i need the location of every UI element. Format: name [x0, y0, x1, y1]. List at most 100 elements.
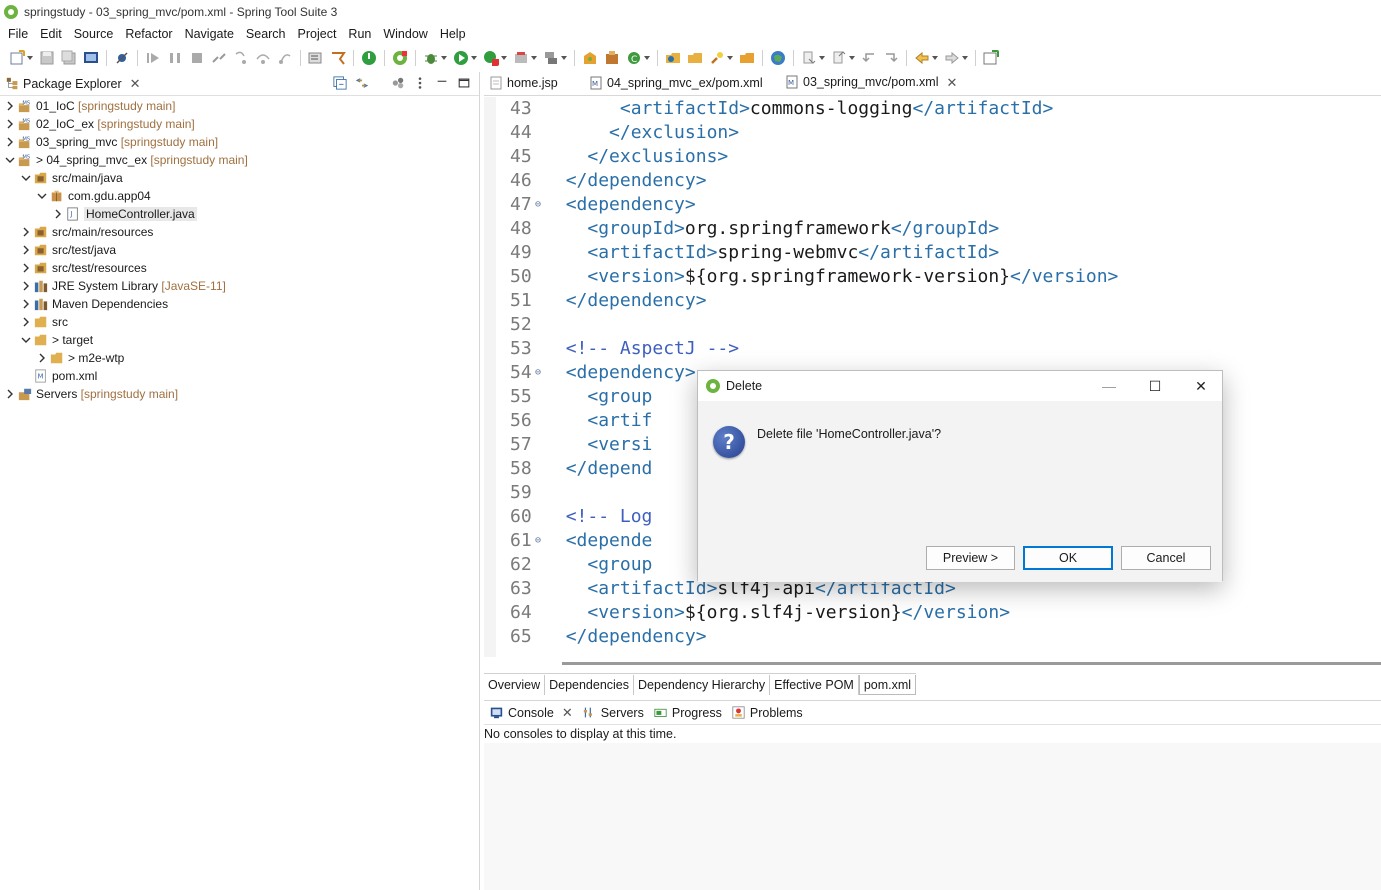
menu-search[interactable]: Search	[240, 27, 292, 41]
skip-breakpoints-icon[interactable]	[114, 50, 130, 66]
tree-item[interactable]: Mpom.xml	[0, 367, 479, 385]
fold-toggle-icon[interactable]: ⊖	[535, 361, 541, 385]
chevron-down-icon[interactable]	[20, 172, 32, 184]
pom-editor-tab[interactable]: Effective POM	[770, 674, 859, 695]
minimize-icon[interactable]	[435, 76, 449, 90]
maximize-icon[interactable]: ☐	[1132, 371, 1178, 401]
tree-item[interactable]: J HomeController.java	[0, 205, 479, 223]
next-annotation-icon[interactable]	[801, 50, 817, 66]
menu-source[interactable]: Source	[68, 27, 120, 41]
bottom-panel-tab[interactable]: Console ✕	[490, 706, 573, 720]
chevron-right-icon[interactable]	[4, 100, 16, 112]
tree-item[interactable]: Servers [springstudy main]	[0, 385, 479, 403]
chevron-down-icon[interactable]	[4, 154, 16, 166]
chevron-right-icon[interactable]	[4, 136, 16, 148]
tree-item[interactable]: src/test/resources	[0, 259, 479, 277]
close-icon[interactable]: ✕	[946, 76, 957, 89]
back-icon[interactable]	[914, 50, 930, 66]
view-menu-icon[interactable]	[413, 76, 427, 90]
step-into-icon[interactable]	[233, 50, 249, 66]
step-return-icon[interactable]	[277, 50, 293, 66]
tree-item[interactable]: JRE System Library [JavaSE-11]	[0, 277, 479, 295]
editor-tab[interactable]: M 04_spring_mvc_ex/pom.xml	[582, 71, 778, 95]
external-tools-dropdown-icon[interactable]	[531, 55, 537, 60]
debug-dropdown-icon[interactable]	[441, 55, 447, 60]
tree-item[interactable]: > m2e-wtp	[0, 349, 479, 367]
new-java-package-icon[interactable]	[604, 50, 620, 66]
tree-item[interactable]: src	[0, 313, 479, 331]
collapse-all-icon[interactable]	[333, 76, 347, 90]
debug-icon[interactable]	[423, 50, 439, 66]
previous-annotation-icon[interactable]	[831, 50, 847, 66]
chevron-down-icon[interactable]	[20, 334, 32, 346]
chevron-right-icon[interactable]	[20, 244, 32, 256]
previous-annotation-dropdown-icon[interactable]	[849, 55, 855, 60]
new-spring-project-icon[interactable]	[582, 50, 598, 66]
tree-item[interactable]: M S 02_IoC_ex [springstudy main]	[0, 115, 479, 133]
search-dropdown-icon[interactable]	[727, 55, 733, 60]
boot-dashboard-icon[interactable]	[392, 50, 408, 66]
fold-toggle-icon[interactable]: ⊖	[535, 529, 541, 553]
back-dropdown-icon[interactable]	[932, 55, 938, 60]
coverage-dropdown-icon[interactable]	[501, 55, 507, 60]
bottom-panel-tab[interactable]: Progress	[654, 706, 722, 720]
disconnect-icon[interactable]	[211, 50, 227, 66]
open-console-icon[interactable]	[308, 50, 324, 66]
last-edit-location-icon[interactable]	[861, 50, 877, 66]
next-annotation-dropdown-icon[interactable]	[819, 55, 825, 60]
menu-window[interactable]: Window	[377, 27, 433, 41]
bottom-panel-tab[interactable]: Servers	[583, 706, 644, 720]
menu-run[interactable]: Run	[342, 27, 377, 41]
save-icon[interactable]	[39, 50, 55, 66]
resume-icon[interactable]	[145, 50, 161, 66]
next-edit-location-icon[interactable]	[883, 50, 899, 66]
open-perspective-icon[interactable]	[983, 49, 999, 66]
build-icon[interactable]	[330, 50, 346, 66]
preview-button[interactable]: Preview >	[926, 546, 1015, 570]
tree-item[interactable]: src/main/java	[0, 169, 479, 187]
open-type-icon[interactable]	[665, 50, 681, 66]
web-browser-icon[interactable]	[770, 50, 786, 66]
close-icon[interactable]: ✕	[1178, 371, 1224, 401]
new-icon[interactable]	[9, 49, 25, 66]
menu-file[interactable]: File	[2, 27, 34, 41]
chevron-right-icon[interactable]	[20, 226, 32, 238]
pom-editor-tab[interactable]: Dependency Hierarchy	[634, 674, 771, 695]
pom-editor-tab[interactable]: pom.xml	[858, 674, 917, 695]
new-java-class-icon[interactable]: C	[626, 50, 642, 66]
chevron-right-icon[interactable]	[20, 298, 32, 310]
tree-item[interactable]: > target	[0, 331, 479, 349]
tree-item[interactable]: M S 03_spring_mvc [springstudy main]	[0, 133, 479, 151]
run-dropdown-icon[interactable]	[471, 55, 477, 60]
server-tools-dropdown-icon[interactable]	[561, 55, 567, 60]
focus-icon[interactable]	[391, 76, 405, 90]
menu-navigate[interactable]: Navigate	[179, 27, 240, 41]
chevron-right-icon[interactable]	[20, 316, 32, 328]
new-dropdown-icon[interactable]	[27, 55, 33, 60]
tree-item[interactable]: Maven Dependencies	[0, 295, 479, 313]
cancel-button[interactable]: Cancel	[1121, 546, 1211, 570]
pom-editor-tab[interactable]: Overview	[484, 674, 546, 695]
menu-refactor[interactable]: Refactor	[119, 27, 178, 41]
chevron-right-icon[interactable]	[52, 208, 64, 220]
chevron-right-icon[interactable]	[4, 388, 16, 400]
editor-tab[interactable]: M 03_spring_mvc/pom.xml ✕	[778, 71, 969, 95]
menu-help[interactable]: Help	[434, 27, 472, 41]
maximize-icon[interactable]	[457, 76, 471, 90]
search-tool-icon[interactable]	[709, 50, 725, 66]
forward-dropdown-icon[interactable]	[962, 55, 968, 60]
minimize-icon[interactable]: —	[1086, 371, 1132, 401]
fold-toggle-icon[interactable]: ⊖	[535, 193, 541, 217]
coverage-icon[interactable]	[483, 50, 499, 66]
open-folder-icon[interactable]	[739, 50, 755, 66]
terminate-icon[interactable]	[189, 50, 205, 66]
menu-project[interactable]: Project	[292, 27, 343, 41]
suspend-icon[interactable]	[167, 50, 183, 66]
editor-tab[interactable]: home.jsp	[484, 71, 582, 95]
chevron-right-icon[interactable]	[20, 280, 32, 292]
link-with-editor-icon[interactable]	[355, 76, 369, 90]
new-class-dropdown-icon[interactable]	[644, 55, 650, 60]
chevron-right-icon[interactable]	[20, 262, 32, 274]
terminal-icon[interactable]	[83, 50, 99, 66]
close-icon[interactable]: ✕	[130, 77, 141, 90]
